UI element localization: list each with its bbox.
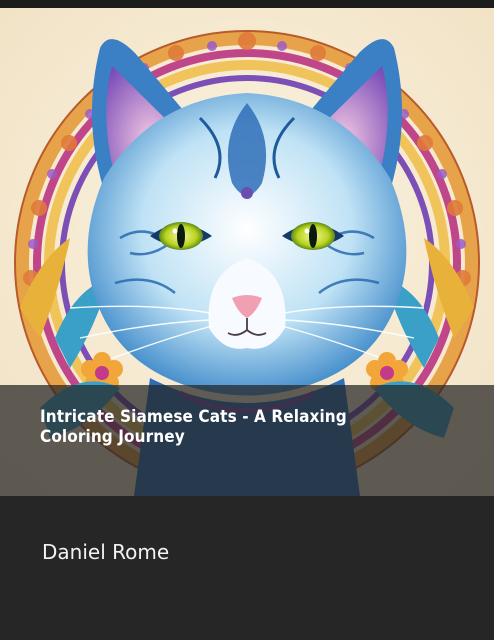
top-edge bbox=[0, 0, 494, 8]
book-cover: Intricate Siamese Cats - A Relaxing Colo… bbox=[0, 0, 494, 640]
book-title: Intricate Siamese Cats - A Relaxing Colo… bbox=[40, 407, 347, 447]
book-author: Daniel Rome bbox=[42, 540, 170, 564]
